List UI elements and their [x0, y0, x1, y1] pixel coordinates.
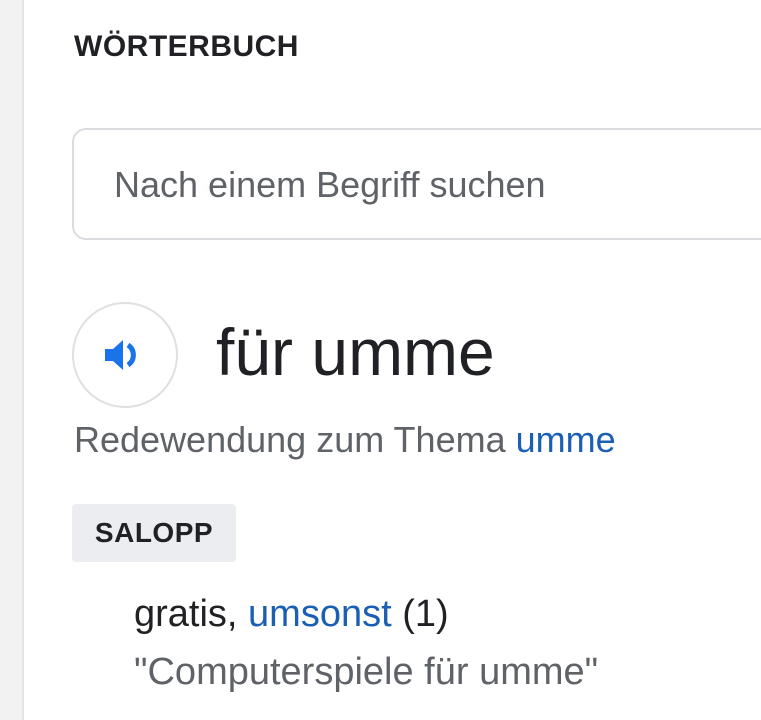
example-sentence: "Computerspiele für umme" — [134, 651, 599, 693]
subline-text: Redewendung zum Thema — [74, 419, 516, 460]
left-edge-divider — [0, 0, 24, 720]
pronunciation-button[interactable] — [72, 302, 178, 408]
entry-subline: Redewendung zum Thema umme — [74, 418, 616, 462]
meaning-line: gratis, umsonst (1) — [134, 592, 449, 636]
dictionary-card: WÖRTERBUCH für umme Redewendung zum Them… — [0, 0, 761, 720]
register-badge: SALOPP — [72, 504, 236, 562]
headword: für umme — [216, 315, 495, 389]
search-box[interactable] — [72, 128, 761, 240]
meaning-text: gratis, — [134, 593, 249, 635]
synonym-link[interactable]: umsonst — [248, 593, 392, 635]
volume-icon — [105, 340, 136, 370]
search-input[interactable] — [112, 130, 756, 240]
topic-link[interactable]: umme — [516, 419, 616, 460]
section-title: WÖRTERBUCH — [74, 30, 299, 63]
meaning-index: (1) — [391, 593, 449, 635]
